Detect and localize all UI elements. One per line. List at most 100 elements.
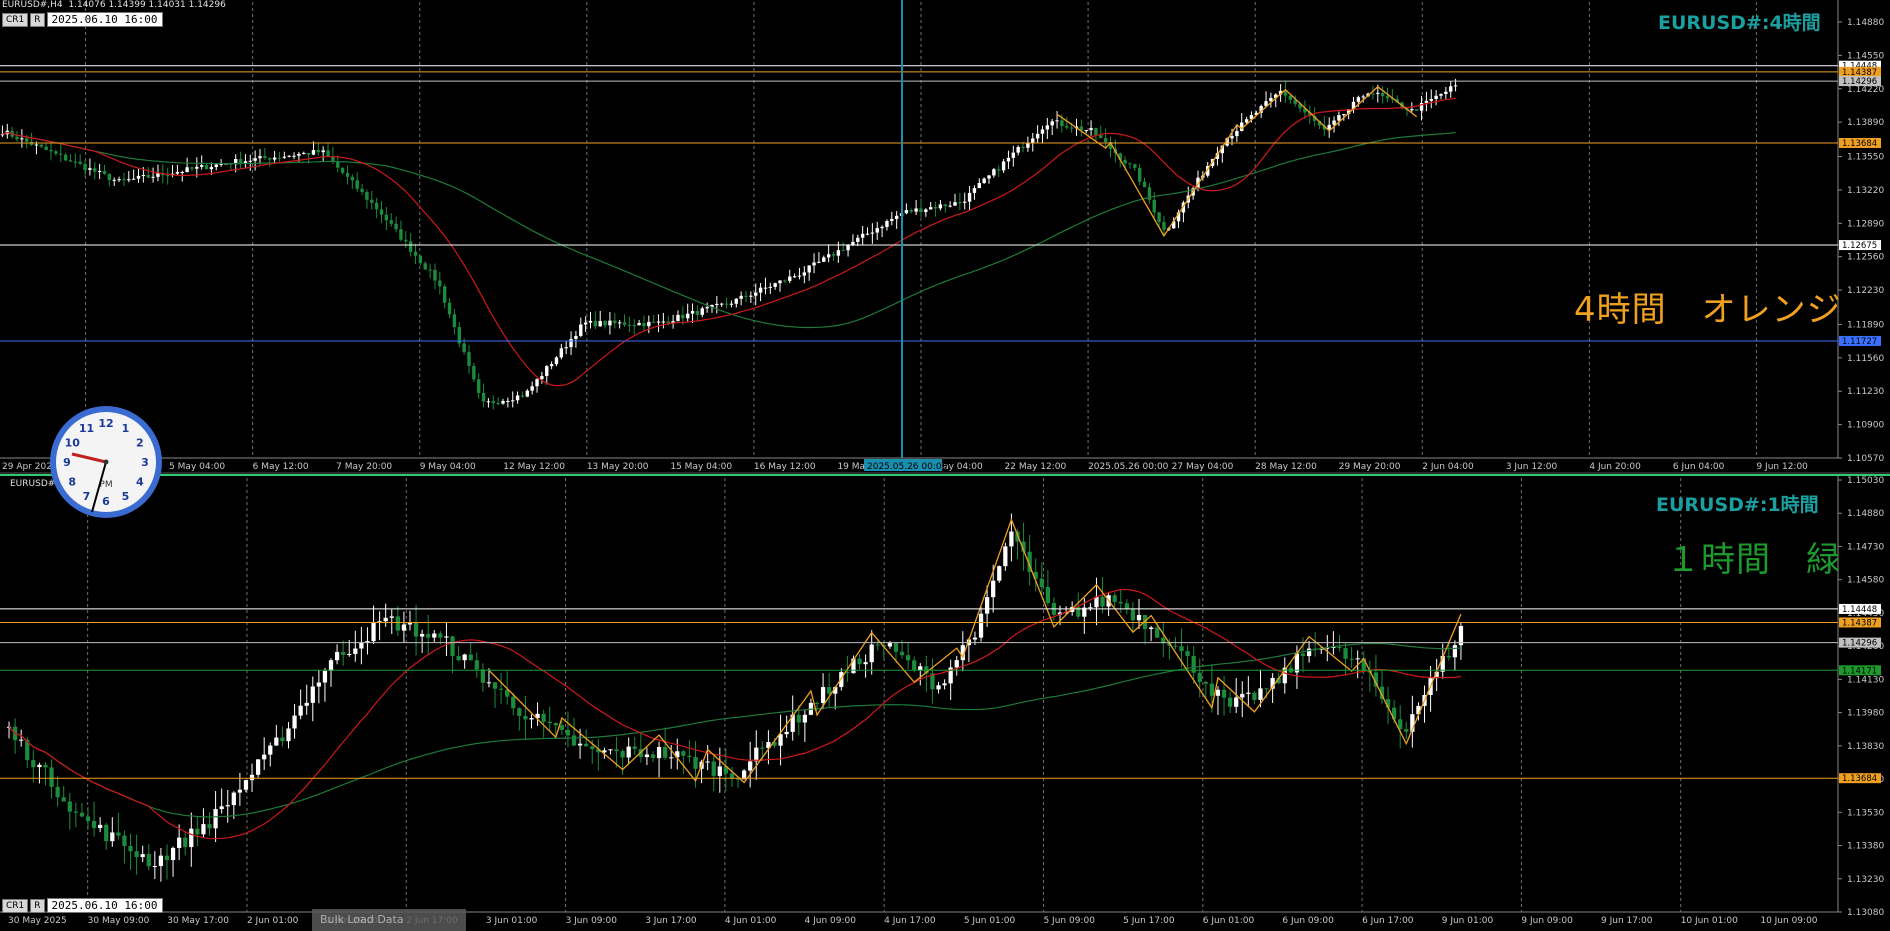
candle-body	[632, 325, 636, 327]
candle-body	[1252, 692, 1257, 700]
candle-body	[571, 735, 577, 746]
candle-body	[311, 150, 316, 155]
candle-body	[559, 725, 564, 730]
candle-body	[1306, 648, 1312, 657]
candle-body	[131, 178, 136, 180]
candle-body	[1009, 531, 1014, 547]
candle-body	[408, 241, 413, 252]
cr1-button[interactable]: CR1	[2, 12, 29, 27]
candle-body	[1103, 138, 1108, 142]
price-tick-label: 1.13980	[1847, 709, 1884, 719]
r-button[interactable]: R	[30, 12, 45, 27]
candle-body	[1003, 546, 1008, 567]
date-field[interactable]: 2025.06.10 16:00	[46, 12, 163, 27]
candle-body	[875, 228, 879, 233]
candle-body	[214, 164, 218, 168]
time-tick-label: 30 May 2025	[8, 916, 67, 926]
candle-body	[1123, 159, 1127, 164]
candle-body	[705, 761, 710, 763]
candle-body	[164, 855, 170, 861]
candle-body	[447, 302, 452, 315]
candle-body	[1045, 586, 1050, 604]
candle-body	[865, 233, 870, 235]
candle-body	[796, 714, 801, 723]
candle-body	[1349, 658, 1354, 660]
candle-body	[59, 153, 63, 155]
candle-body	[1446, 655, 1451, 658]
candle-body	[146, 854, 151, 867]
candle-body	[991, 580, 996, 598]
candle-body	[107, 173, 112, 181]
candle-body	[1235, 130, 1239, 137]
candle-body	[1149, 627, 1154, 629]
candle-body	[554, 357, 559, 365]
candle-body	[110, 832, 115, 842]
time-tick-label: 29 May 20:00	[1339, 462, 1401, 472]
candle-body	[549, 364, 554, 367]
h1-chart-canvas[interactable]: 1.150301.148801.147301.145801.144301.142…	[0, 476, 1890, 931]
candle-body	[802, 714, 807, 723]
candle-body	[1434, 95, 1438, 100]
candle-body	[78, 161, 82, 164]
candle-body	[1112, 595, 1117, 602]
candle-body	[627, 324, 632, 326]
candle-body	[909, 210, 913, 212]
candle-body	[345, 172, 350, 177]
candle-body	[963, 201, 967, 203]
candle-body	[577, 743, 583, 746]
candle-body	[894, 215, 899, 219]
candle-body	[768, 286, 773, 288]
r-button[interactable]: R	[30, 898, 45, 913]
candle-body	[953, 202, 957, 206]
candle-body	[350, 176, 355, 181]
candle-body	[1444, 91, 1448, 94]
h4-chart-pane[interactable]: 1.14880 1.14550 1.14220 1.13890 1.13550 1.132…	[0, 0, 1890, 476]
candle-body	[49, 767, 54, 787]
candle-body	[347, 654, 352, 656]
date-field[interactable]: 2025.06.10 16:00	[46, 898, 163, 913]
candle-body	[841, 250, 845, 252]
candle-body	[204, 165, 209, 170]
candle-body	[1016, 147, 1020, 153]
candle-body	[553, 723, 558, 726]
price-tick-label: 1.12230	[1847, 286, 1884, 296]
candle-body	[584, 743, 589, 747]
candle-body	[846, 245, 850, 251]
candle-body	[491, 401, 495, 404]
candle-body	[1376, 92, 1380, 94]
candle-body	[831, 254, 836, 256]
candle-body	[401, 624, 407, 631]
candle-body	[715, 303, 719, 305]
time-tick-label: 2025.05.26 00:00	[1088, 462, 1169, 472]
candle-body	[1130, 609, 1136, 621]
h1-chart-title: EURUSD#:1時間	[1656, 494, 1819, 516]
level-price-tag-label: 1.12675	[1842, 241, 1877, 251]
candle-body	[185, 167, 189, 173]
candle-body	[1035, 133, 1040, 139]
candle-body	[452, 314, 457, 328]
candle-body	[1424, 100, 1429, 103]
price-tick-label: 1.14730	[1847, 542, 1884, 552]
cr1-button[interactable]: CR1	[2, 898, 29, 913]
candle-body	[1118, 601, 1123, 604]
h4-chart-canvas[interactable]: 1.148801.145501.142201.138901.135501.132…	[0, 0, 1890, 476]
candle-body	[79, 812, 85, 817]
candle-body	[620, 751, 625, 758]
h1-chart-pane[interactable]: 1.150301.148801.147301.145801.144301.142…	[0, 476, 1890, 931]
candle-body	[268, 745, 273, 755]
candle-body	[661, 321, 666, 323]
candle-body	[529, 718, 534, 720]
level-price-tag-label: 1.14296	[1842, 77, 1877, 87]
candle-body	[958, 202, 962, 204]
time-tick-label: 2 Jun 01:00	[247, 916, 299, 926]
level-price-tag-label: 1.13684	[1842, 139, 1877, 149]
fast-moving-average-line	[8, 588, 1462, 840]
candle-body	[517, 708, 522, 716]
bulk-load-button[interactable]: Bulk Load Data	[312, 909, 466, 931]
candle-body	[860, 233, 865, 238]
candle-body	[1152, 199, 1156, 213]
time-tick-label: 6 Jun 09:00	[1282, 916, 1334, 926]
candle-body	[663, 747, 668, 758]
candle-body	[404, 239, 408, 242]
candle-body	[1045, 125, 1050, 130]
